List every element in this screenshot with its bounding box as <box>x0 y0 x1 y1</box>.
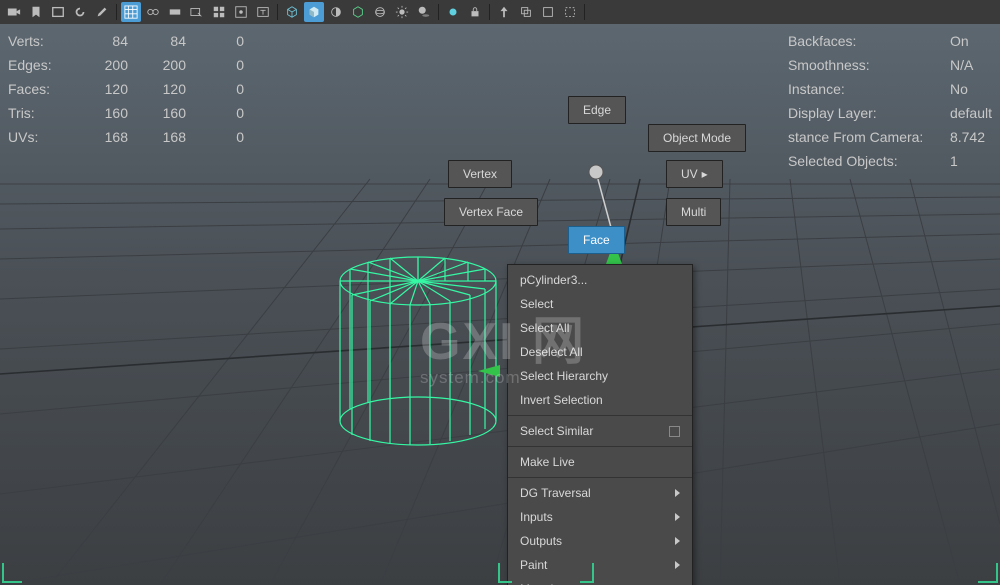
mm-object-mode[interactable]: Object Mode <box>648 124 746 152</box>
ctx-paint[interactable]: Paint <box>508 553 692 577</box>
mm-multi[interactable]: Multi <box>666 198 721 226</box>
reload-icon[interactable] <box>70 2 90 22</box>
viewport-bracket <box>580 563 594 583</box>
ctx-select-similar[interactable]: Select Similar <box>508 419 692 443</box>
light-rect-icon[interactable] <box>231 2 251 22</box>
copy-icon[interactable] <box>516 2 536 22</box>
mm-uv[interactable]: UV▸ <box>666 160 723 188</box>
quad-icon[interactable] <box>209 2 229 22</box>
viewport[interactable]: Edge Object Mode Vertex UV▸ Vertex Face … <box>0 24 1000 585</box>
text-box-icon[interactable] <box>253 2 273 22</box>
mm-vertex[interactable]: Vertex <box>448 160 512 188</box>
viewport-bracket <box>2 563 22 583</box>
ctx-select-all[interactable]: Select All <box>508 316 692 340</box>
cursor-plane-icon[interactable] <box>187 2 207 22</box>
checkbox-icon[interactable] <box>669 426 680 437</box>
hud-stats-left: Verts:84840Edges:2002000Faces:1201200Tri… <box>6 28 256 150</box>
bookmark-icon[interactable] <box>26 2 46 22</box>
dot-icon[interactable] <box>443 2 463 22</box>
hud-stats-right: Backfaces:OnSmoothness:N/AInstance:NoDis… <box>778 28 994 174</box>
shaded-cube-icon[interactable] <box>304 2 324 22</box>
ctx-invert-selection[interactable]: Invert Selection <box>508 388 692 412</box>
ctx-metadata[interactable]: Metadata <box>508 577 692 585</box>
mm-face[interactable]: Face <box>568 226 625 254</box>
half-sphere-icon[interactable] <box>326 2 346 22</box>
shadow-icon[interactable] <box>414 2 434 22</box>
brush-icon[interactable] <box>92 2 112 22</box>
green-cube-icon[interactable] <box>348 2 368 22</box>
ctx-select-hierarchy[interactable]: Select Hierarchy <box>508 364 692 388</box>
dashed-square-icon[interactable] <box>560 2 580 22</box>
sphere-grid-icon[interactable] <box>370 2 390 22</box>
sun-icon[interactable] <box>392 2 412 22</box>
ctx-dg-traversal[interactable]: DG Traversal <box>508 481 692 505</box>
camera-icon[interactable] <box>4 2 24 22</box>
mm-edge[interactable]: Edge <box>568 96 626 124</box>
ctx-object-name[interactable]: pCylinder3... <box>508 268 692 292</box>
viewport-bracket <box>978 563 998 583</box>
mm-vertex-face[interactable]: Vertex Face <box>444 198 538 226</box>
ctx-deselect-all[interactable]: Deselect All <box>508 340 692 364</box>
context-menu: pCylinder3... Select Select All Deselect… <box>507 264 693 585</box>
ctx-select[interactable]: Select <box>508 292 692 316</box>
wireframe-cube-icon[interactable] <box>282 2 302 22</box>
plane-icon[interactable] <box>165 2 185 22</box>
square-out-icon[interactable] <box>538 2 558 22</box>
rings-icon[interactable] <box>143 2 163 22</box>
ctx-outputs[interactable]: Outputs <box>508 529 692 553</box>
arrow-up-icon[interactable] <box>494 2 514 22</box>
ctx-make-live[interactable]: Make Live <box>508 450 692 474</box>
gate-icon[interactable] <box>48 2 68 22</box>
ctx-inputs[interactable]: Inputs <box>508 505 692 529</box>
viewport-bracket <box>498 563 512 583</box>
lock-icon[interactable] <box>465 2 485 22</box>
viewport-toolbar <box>0 0 1000 24</box>
grid-toggle-icon[interactable] <box>121 2 141 22</box>
